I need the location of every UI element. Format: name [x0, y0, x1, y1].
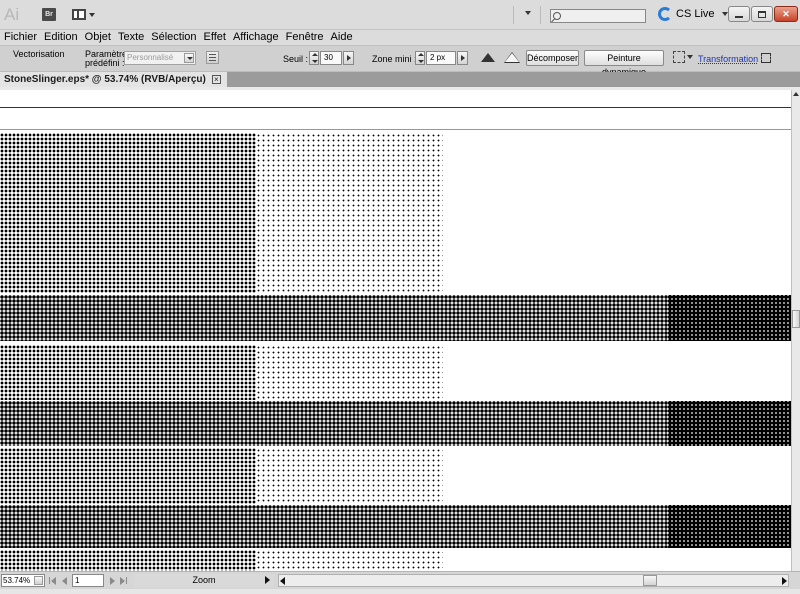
workspace-dropdown-icon[interactable]: [525, 11, 531, 15]
halftone-block: [256, 448, 443, 504]
threshold-label: Seuil :: [283, 54, 309, 64]
cs-live-label: CS Live: [676, 8, 715, 20]
app-logo: Ai: [4, 5, 20, 24]
scroll-up-icon[interactable]: [793, 92, 799, 96]
artboard-number: 1: [75, 576, 80, 585]
halftone-band: [0, 401, 668, 446]
halftone-block: [256, 550, 443, 571]
cs-live-button[interactable]: CS Live: [658, 7, 728, 21]
cs-live-icon: [658, 7, 672, 21]
minimize-icon: [735, 15, 743, 18]
preset-label: Paramètre prédéfini :: [85, 49, 128, 68]
close-icon: ✕: [782, 8, 790, 19]
preset-select[interactable]: Personnalisé: [124, 51, 196, 65]
min-area-slider-button[interactable]: [457, 51, 468, 65]
window-bottom-edge: [0, 589, 800, 594]
menu-texte[interactable]: Texte: [117, 30, 149, 45]
chevron-down-icon: [89, 12, 95, 17]
halftone-band: [0, 505, 668, 548]
status-tool-label[interactable]: Zoom: [134, 574, 274, 587]
min-area-stepper[interactable]: [415, 51, 425, 65]
halftone-band: [668, 295, 791, 341]
guide-line: [0, 129, 791, 130]
scroll-right-icon[interactable]: [782, 577, 787, 585]
threshold-stepper[interactable]: [309, 51, 319, 65]
threshold-field[interactable]: 30: [320, 51, 342, 65]
search-icon: [553, 12, 561, 20]
zoom-field[interactable]: 53.74%: [1, 574, 45, 587]
menu-effet[interactable]: Effet: [203, 30, 231, 45]
min-area-label: Zone mini :: [372, 54, 417, 64]
arrange-documents-button[interactable]: [72, 8, 96, 21]
status-bar: 53.74% 1 Zoom: [0, 571, 800, 594]
scroll-left-icon[interactable]: [280, 577, 285, 585]
divider: [540, 6, 541, 24]
document-tab-title: StoneSlinger.eps* @ 53.74% (RVB/Aperçu): [4, 73, 206, 85]
halftone-band: [668, 505, 791, 548]
divider: [513, 6, 514, 24]
maximize-button[interactable]: [751, 6, 773, 22]
layout-icon: [72, 9, 86, 20]
menu-aide[interactable]: Aide: [330, 30, 358, 45]
application-bar: Ai Br CS Live ✕: [0, 0, 800, 30]
chevron-down-icon: [721, 12, 728, 16]
halftone-block: [256, 345, 443, 400]
window-controls: ✕: [728, 6, 798, 22]
close-tab-icon[interactable]: ×: [211, 75, 221, 84]
document-tab[interactable]: StoneSlinger.eps* @ 53.74% (RVB/Aperçu) …: [0, 72, 227, 87]
halftone-block: [0, 448, 256, 504]
horizontal-scrollbar[interactable]: [278, 574, 789, 587]
vector-result-icon[interactable]: [503, 52, 521, 64]
first-artboard-icon[interactable]: [49, 577, 57, 585]
zoom-value: 53.74%: [3, 576, 31, 585]
artboard-number-field[interactable]: 1: [72, 574, 104, 587]
expand-button[interactable]: Décomposer: [526, 50, 579, 66]
menu-edition[interactable]: Edition: [43, 30, 83, 45]
panel-title: Vectorisation: [13, 49, 65, 59]
raster-result-icon[interactable]: [479, 52, 497, 64]
artboard-canvas[interactable]: [0, 90, 791, 571]
status-menu-icon[interactable]: [265, 576, 270, 584]
halftone-block: [0, 133, 256, 293]
minimize-button[interactable]: [728, 6, 750, 22]
halftone-block: [0, 345, 256, 400]
vertical-scrollbar[interactable]: [791, 90, 800, 571]
maximize-icon: [758, 10, 766, 18]
halftone-block: [0, 550, 256, 571]
previous-artboard-icon[interactable]: [60, 577, 68, 585]
search-input[interactable]: [550, 9, 646, 23]
menu-fichier[interactable]: Fichier: [3, 30, 42, 45]
chevron-down-icon: [184, 53, 194, 63]
horizontal-scroll-thumb[interactable]: [643, 575, 657, 586]
tracing-options-button[interactable]: [206, 51, 219, 64]
bridge-button[interactable]: Br: [42, 8, 56, 21]
min-area-field[interactable]: 2 px: [426, 51, 456, 65]
last-artboard-icon[interactable]: [120, 577, 128, 585]
transform-link[interactable]: Transformation: [698, 54, 758, 64]
close-window-button[interactable]: ✕: [774, 6, 798, 22]
menu-selection[interactable]: Sélection: [150, 30, 201, 45]
control-panel: Vectorisation Paramètre prédéfini : Pers…: [0, 45, 800, 77]
align-icon[interactable]: [673, 51, 685, 63]
next-artboard-icon[interactable]: [110, 577, 118, 585]
menu-bar: Fichier Edition Objet Texte Sélection Ef…: [0, 30, 800, 45]
menu-fenetre[interactable]: Fenêtre: [285, 30, 329, 45]
live-paint-button[interactable]: Peinture dynamique: [584, 50, 664, 77]
chevron-down-icon[interactable]: [34, 576, 43, 585]
halftone-block: [256, 133, 443, 293]
halftone-band: [0, 295, 668, 341]
menu-affichage[interactable]: Affichage: [232, 30, 284, 45]
artboard-edge: [0, 107, 791, 108]
halftone-band: [668, 401, 791, 446]
vertical-scroll-thumb[interactable]: [792, 310, 800, 328]
panel-expand-icon[interactable]: [761, 53, 771, 63]
threshold-slider-button[interactable]: [343, 51, 354, 65]
chevron-down-icon[interactable]: [687, 55, 693, 59]
document-tab-bar: StoneSlinger.eps* @ 53.74% (RVB/Aperçu) …: [0, 72, 800, 87]
menu-objet[interactable]: Objet: [84, 30, 116, 45]
preset-value: Personnalisé: [127, 53, 174, 62]
